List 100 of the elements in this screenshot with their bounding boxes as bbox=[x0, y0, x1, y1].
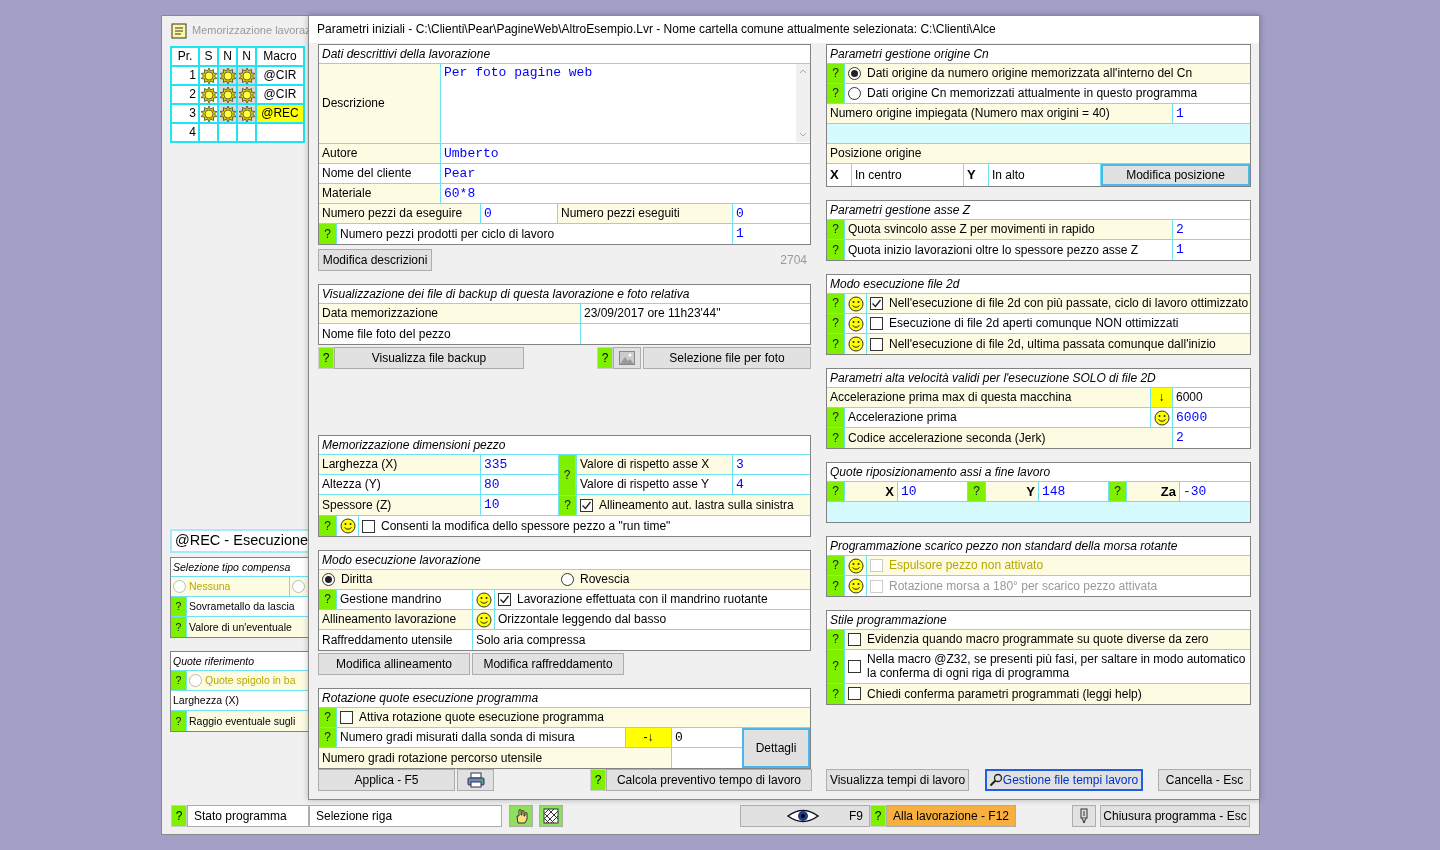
value-field[interactable]: -30 bbox=[1180, 482, 1250, 501]
value-field[interactable]: 2 bbox=[1173, 220, 1250, 239]
help-button[interactable]: ? bbox=[319, 516, 337, 536]
button[interactable]: Modifica posizione bbox=[1101, 164, 1250, 186]
value-field[interactable]: 6000 bbox=[1173, 408, 1250, 427]
help-button[interactable]: ? bbox=[319, 728, 337, 747]
value-field[interactable]: 0 bbox=[733, 204, 810, 223]
value-field[interactable]: 1 bbox=[1173, 240, 1250, 260]
help-button[interactable]: ? bbox=[827, 650, 845, 683]
help-button[interactable]: ? bbox=[319, 708, 337, 727]
print-button[interactable] bbox=[457, 769, 494, 791]
help-button[interactable]: ? bbox=[319, 590, 337, 609]
help-button[interactable]: ? bbox=[827, 84, 845, 103]
image-button[interactable] bbox=[613, 347, 641, 369]
checkbox[interactable] bbox=[580, 498, 593, 512]
help-button[interactable]: ? bbox=[870, 805, 886, 827]
help-button[interactable]: ? bbox=[319, 224, 337, 244]
value-field[interactable]: Umberto bbox=[441, 144, 810, 163]
button[interactable]: Selezione file per foto bbox=[643, 347, 811, 369]
option-label: Esecuzione di file 2d aperti comunque NON ottimizzati bbox=[889, 316, 1179, 331]
help-button[interactable]: ? bbox=[827, 482, 845, 501]
value-field[interactable]: 2 bbox=[1173, 428, 1250, 448]
radio-button[interactable] bbox=[561, 573, 574, 586]
help-button[interactable]: ? bbox=[968, 482, 986, 501]
help-button[interactable]: ? bbox=[1109, 482, 1127, 501]
arrow-button[interactable]: -↓ bbox=[626, 728, 672, 747]
axis-label: Y bbox=[964, 164, 989, 186]
button[interactable]: Alla lavorazione - F12 bbox=[886, 805, 1016, 827]
checkbox[interactable] bbox=[340, 711, 353, 724]
checkbox[interactable] bbox=[870, 297, 883, 310]
text-area[interactable]: Per foto pagine web bbox=[444, 64, 796, 143]
help-button[interactable]: ? bbox=[827, 64, 845, 83]
help-button[interactable]: ? bbox=[827, 408, 845, 427]
manage-times-button[interactable]: Gestione file tempi lavoro bbox=[984, 769, 1143, 791]
help-button[interactable]: ? bbox=[597, 347, 613, 369]
radio-button[interactable] bbox=[322, 573, 335, 586]
button[interactable]: Visualizza tempi di lavoro bbox=[826, 769, 969, 791]
value-field[interactable]: 1 bbox=[1173, 104, 1250, 123]
checkbox[interactable] bbox=[870, 317, 883, 330]
value-field[interactable]: 10 bbox=[481, 495, 558, 515]
help-button[interactable]: ? bbox=[318, 347, 334, 369]
button[interactable]: Chiusura programma - Esc bbox=[1100, 805, 1250, 827]
value-field[interactable]: 3 bbox=[733, 455, 810, 474]
help-button[interactable]: ? bbox=[558, 496, 576, 515]
checkbox[interactable] bbox=[498, 593, 511, 606]
checkbox[interactable] bbox=[848, 633, 861, 646]
button[interactable]: Modifica allineamento bbox=[318, 653, 470, 675]
smiley-icon bbox=[847, 578, 864, 594]
button[interactable]: Modifica raffreddamento bbox=[472, 653, 624, 675]
help-button[interactable]: ? bbox=[171, 617, 187, 637]
help-button[interactable]: ? bbox=[827, 428, 845, 448]
radio-button[interactable] bbox=[848, 87, 861, 100]
value-field[interactable]: 0 bbox=[672, 728, 742, 747]
help-button[interactable]: ? bbox=[590, 769, 606, 791]
value-field[interactable]: 60*8 bbox=[441, 184, 810, 203]
arrow-button[interactable]: ↓ bbox=[1151, 388, 1173, 407]
help-button[interactable]: ? bbox=[827, 314, 845, 333]
help-button[interactable]: ? bbox=[827, 683, 845, 704]
help-button[interactable]: ? bbox=[171, 805, 187, 827]
radio-button[interactable] bbox=[292, 580, 305, 593]
help-button[interactable]: ? bbox=[827, 294, 845, 313]
value-field[interactable]: 4 bbox=[733, 475, 810, 494]
value-field[interactable]: Pear bbox=[441, 164, 810, 183]
help-button[interactable]: ? bbox=[171, 711, 187, 731]
help-button[interactable]: ? bbox=[827, 334, 845, 354]
help-button[interactable]: ? bbox=[827, 630, 845, 649]
table-cell[interactable]: @CIR bbox=[256, 66, 304, 85]
value-field[interactable]: 335 bbox=[481, 455, 558, 474]
option-label: Nella macro @Z32, se presenti più fasi, per saltare in modo automatico la conferma di ogni riga di programma bbox=[867, 652, 1247, 681]
hand-button[interactable] bbox=[509, 805, 533, 827]
probe-button[interactable] bbox=[1072, 805, 1096, 827]
button[interactable]: Cancella - Esc bbox=[1158, 769, 1251, 791]
checkbox[interactable] bbox=[848, 687, 861, 701]
column-header: S bbox=[199, 47, 218, 66]
help-button[interactable]: ? bbox=[827, 240, 845, 260]
button[interactable]: Visualizza file backup bbox=[334, 347, 524, 369]
button[interactable]: Dettagli bbox=[742, 728, 810, 768]
radio-button[interactable] bbox=[189, 674, 202, 687]
option-label: Dati origine Cn memorizzati attualmente in questo programma bbox=[867, 86, 1198, 101]
help-button[interactable]: ? bbox=[171, 597, 187, 616]
checkbox[interactable] bbox=[362, 519, 375, 533]
hatch-button[interactable] bbox=[539, 805, 563, 827]
button[interactable]: Applica - F5 bbox=[318, 769, 455, 791]
radio-button[interactable] bbox=[848, 67, 861, 80]
help-button[interactable]: ? bbox=[827, 220, 845, 239]
value-field[interactable]: Selezione riga bbox=[309, 805, 502, 827]
field-label: Numero origine impiegata (Numero max origini = 40) bbox=[827, 104, 1173, 123]
button[interactable]: Calcola preventivo tempo di lavoro bbox=[606, 769, 812, 791]
view-button[interactable]: F9 bbox=[740, 805, 870, 827]
help-button[interactable]: ? bbox=[171, 671, 187, 690]
smiley-icon bbox=[847, 557, 864, 574]
help-button[interactable]: ? bbox=[558, 455, 576, 496]
field-label: Spessore (Z) bbox=[319, 495, 481, 515]
button[interactable]: Modifica descrizioni bbox=[318, 249, 432, 271]
radio-button[interactable] bbox=[173, 580, 186, 593]
value-field[interactable]: 1 bbox=[733, 224, 810, 244]
checkbox[interactable] bbox=[870, 337, 883, 351]
checkbox[interactable] bbox=[848, 659, 861, 673]
value-field[interactable]: 80 bbox=[481, 475, 558, 494]
option-label: Rovescia bbox=[580, 572, 630, 587]
